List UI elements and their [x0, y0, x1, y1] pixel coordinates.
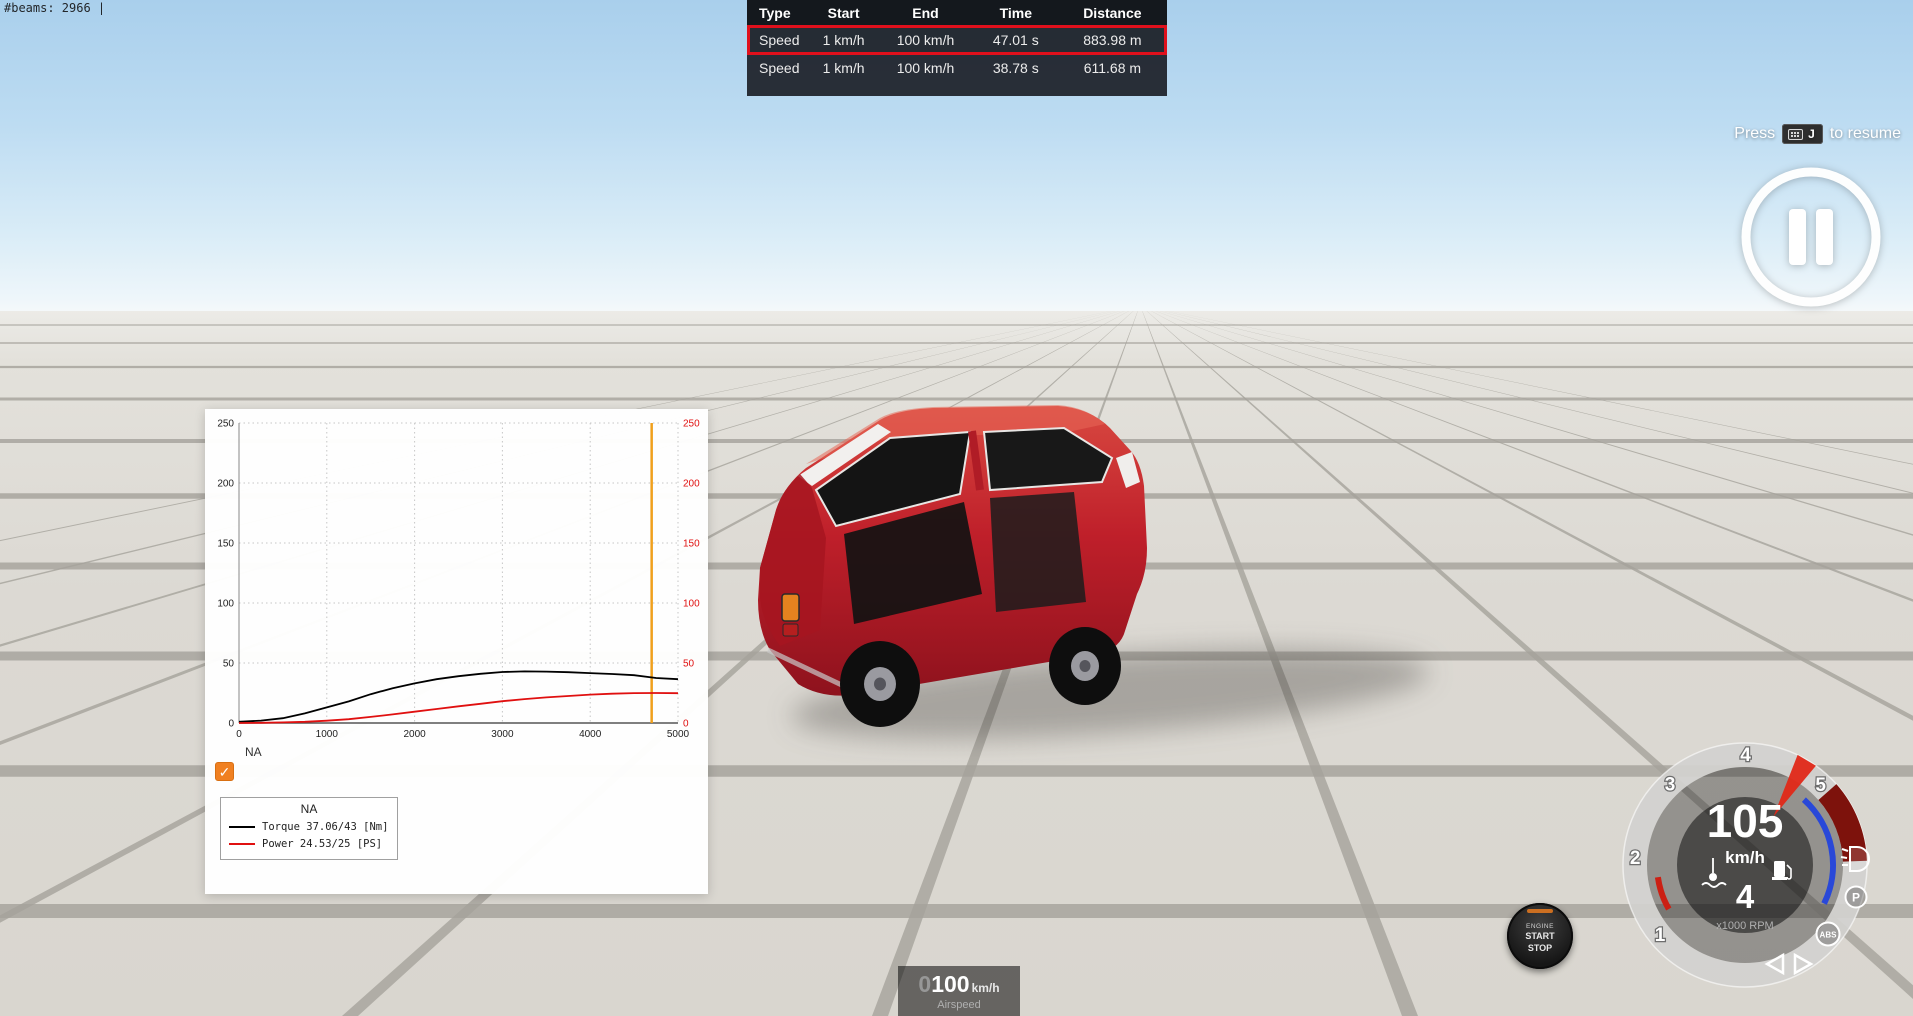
series-checkbox[interactable]: ✓	[215, 762, 234, 781]
resume-hint: Press J to resume	[1734, 124, 1901, 144]
header-cell: End	[912, 4, 939, 21]
svg-text:50: 50	[223, 659, 235, 670]
engine-start-stop-button[interactable]: ENGINE START STOP	[1507, 903, 1573, 969]
svg-text:200: 200	[217, 479, 234, 490]
legend-row: Power 24.53/25 [PS]	[229, 838, 389, 850]
header-cell: Distance	[1083, 4, 1142, 21]
key-badge: J	[1782, 124, 1823, 144]
legend-label: Power 24.53/25 [PS]	[262, 838, 383, 850]
engine-button-line2: START	[1525, 930, 1555, 941]
timer-cell: Speed	[759, 32, 800, 48]
timer-cell: 883.98 m	[1083, 32, 1142, 48]
svg-text:1000: 1000	[316, 729, 339, 740]
tach-gear: 4	[1736, 878, 1755, 915]
timer-cell: Speed	[759, 60, 800, 76]
legend-label: Torque 37.06/43 [Nm]	[262, 821, 389, 833]
svg-text:250: 250	[217, 419, 234, 430]
timer-cell: 100 km/h	[896, 60, 955, 76]
front-wheel	[1049, 627, 1121, 705]
svg-text:3000: 3000	[491, 729, 514, 740]
tach-number: 5	[1815, 775, 1826, 796]
airspeed-value: 0100 km/h	[898, 973, 1020, 996]
header-cell: Start	[827, 4, 860, 21]
tachometer: 1 2 3 4 5 P ABS 105 km/h 4 x1000 RPM	[1622, 742, 1870, 988]
resume-hint-suffix: to resume	[1829, 125, 1901, 142]
timer-cell: 1 km/h	[822, 60, 865, 76]
engine-button-line1: ENGINE	[1526, 922, 1554, 930]
timer-cell: 1 km/h	[822, 32, 865, 48]
pause-button[interactable]	[1737, 163, 1885, 311]
tach-number: 1	[1655, 925, 1666, 946]
tach-speed: 105	[1707, 795, 1784, 847]
header-cell: Time	[999, 4, 1032, 21]
door-opening	[990, 492, 1086, 612]
rear-wheel	[840, 641, 920, 727]
abs-indicator: ABS	[1815, 921, 1841, 947]
timer-table: Type Start End Time Distance Speed 1 km/h…	[747, 0, 1167, 96]
header-cell: Type	[759, 4, 791, 21]
svg-text:150: 150	[683, 539, 700, 550]
timer-table-header: Type Start End Time Distance	[747, 0, 1167, 25]
svg-text:250: 250	[683, 419, 700, 430]
legend-row: Torque 37.06/43 [Nm]	[229, 821, 389, 833]
taillight-red	[782, 623, 799, 637]
timer-cell: 38.78 s	[992, 60, 1039, 76]
series-na-label: NA	[245, 745, 262, 759]
tach-speed-unit: km/h	[1725, 848, 1765, 867]
airspeed-label: Airspeed	[937, 999, 981, 1011]
keyboard-icon	[1788, 128, 1804, 140]
vehicle	[758, 405, 1147, 727]
timer-row: Speed 1 km/h 100 km/h 47.01 s 883.98 m	[747, 25, 1167, 55]
svg-text:4000: 4000	[579, 729, 602, 740]
dyno-chart-panel: 0 0 50 50 100 100 150 150 200 200 250 250 0 1000 2000 3…	[205, 409, 708, 894]
svg-text:2000: 2000	[403, 729, 426, 740]
svg-text:P: P	[1852, 891, 1860, 905]
svg-text:150: 150	[217, 539, 234, 550]
engine-button-line3: STOP	[1527, 942, 1553, 953]
power-line-swatch	[229, 843, 255, 845]
timer-cell: 611.68 m	[1083, 60, 1142, 76]
legend-title: NA	[300, 802, 318, 816]
svg-text:ABS: ABS	[1820, 931, 1838, 940]
tach-number: 4	[1740, 745, 1751, 766]
svg-text:50: 50	[683, 659, 695, 670]
airspeed-widget: 0100 km/h Airspeed	[898, 966, 1020, 1016]
tach-rpm-caption: x1000 RPM	[1716, 920, 1773, 932]
svg-text:5000: 5000	[667, 729, 690, 740]
parking-brake-indicator: P	[1844, 885, 1868, 909]
timer-cell: 47.01 s	[992, 32, 1039, 48]
airspeed-unit: km/h	[971, 981, 1000, 995]
timer-table-footer	[747, 76, 1167, 96]
tach-number: 2	[1630, 848, 1641, 869]
torque-line-swatch	[229, 826, 255, 828]
svg-text:0: 0	[236, 729, 242, 740]
svg-text:100: 100	[683, 599, 700, 610]
tach-number: 3	[1665, 775, 1676, 796]
resume-hint-press: Press	[1734, 125, 1776, 142]
svg-text:0: 0	[228, 719, 234, 730]
svg-text:200: 200	[683, 479, 700, 490]
pause-ring	[1741, 167, 1881, 307]
airspeed-leading-zero: 0	[918, 971, 932, 997]
checkbox-check-icon: ✓	[218, 764, 231, 780]
svg-text:100: 100	[217, 599, 234, 610]
key-label: J	[1808, 127, 1815, 141]
pause-icon	[1789, 209, 1833, 265]
dyno-legend: NA Torque 37.06/43 [Nm] Power 24.53/25 […	[220, 797, 398, 860]
timer-row: Speed 1 km/h 100 km/h 38.78 s 611.68 m	[747, 55, 1167, 76]
taillight-amber	[781, 593, 800, 622]
debug-beams-counter: #beams: 2966 |	[4, 1, 106, 15]
dyno-chart: 0 050 50100 100150 150200 200250 2500 1000 2000 3…	[217, 419, 700, 741]
timer-cell: 100 km/h	[896, 32, 955, 48]
svg-text:0: 0	[683, 719, 689, 730]
airspeed-number: 100	[931, 971, 970, 997]
